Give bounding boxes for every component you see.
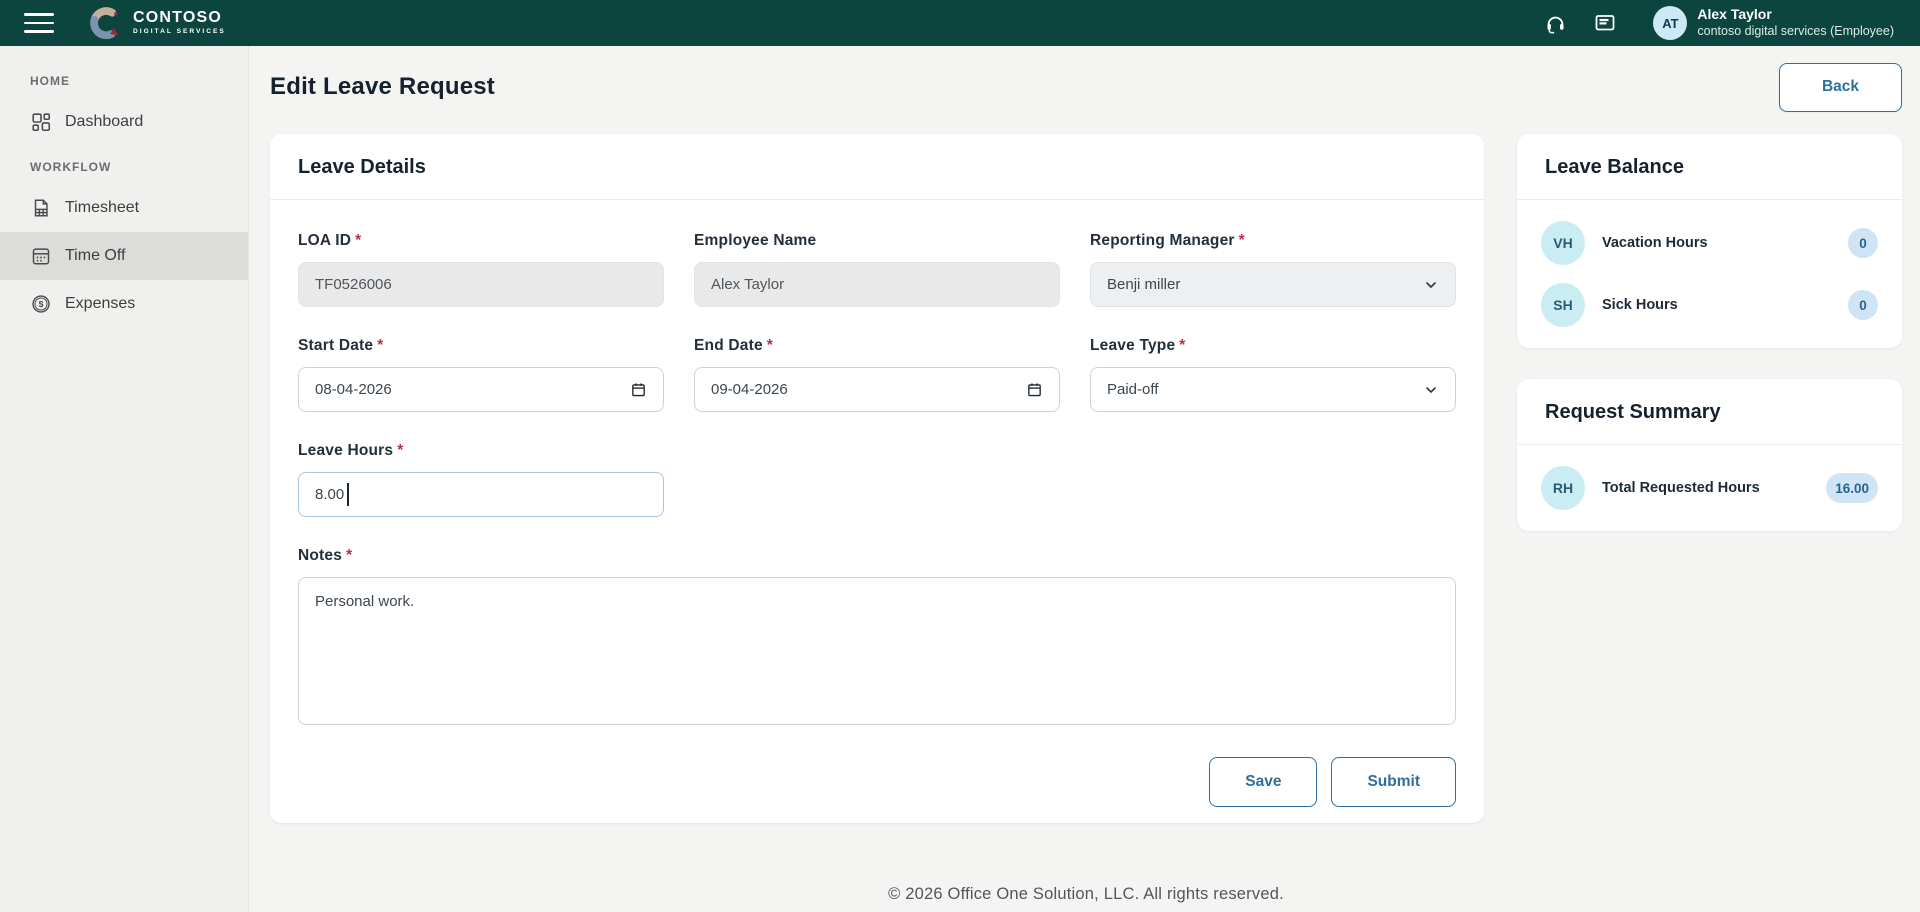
sidebar: HOME Dashboard WORKFLOW Timesheet Time O… (0, 46, 249, 912)
start-date-value: 08-04-2026 (315, 381, 392, 398)
notes-label: Notes * (298, 547, 353, 564)
leave-details-card: Leave Details LOA ID* Employee Name Repo… (270, 134, 1484, 823)
calendar-icon (1026, 381, 1043, 398)
leave-balance-card: Leave Balance VH Vacation Hours 0 SH Sic… (1517, 134, 1902, 348)
leave-balance-row-sick: SH Sick Hours 0 (1541, 274, 1878, 336)
page-title: Edit Leave Request (270, 73, 496, 100)
sick-hours-value: 0 (1848, 290, 1878, 320)
request-summary-title: Request Summary (1517, 379, 1902, 445)
sidebar-item-timesheet[interactable]: Timesheet (0, 184, 248, 232)
chevron-down-icon (1423, 382, 1439, 398)
user-name: Alex Taylor (1697, 6, 1772, 23)
leave-balance-title: Leave Balance (1517, 134, 1902, 200)
expenses-icon: $ (30, 293, 52, 315)
end-date-label: End Date * (694, 337, 774, 354)
sidebar-item-expenses[interactable]: $ Expenses (0, 280, 248, 328)
chevron-down-icon (1423, 277, 1439, 293)
required-marker: * (1179, 337, 1186, 354)
requested-hours-label: Total Requested Hours (1602, 480, 1760, 496)
sidebar-item-dashboard[interactable]: Dashboard (0, 98, 248, 146)
time-off-icon (30, 245, 52, 267)
employee-name-label: Employee Name (694, 232, 817, 249)
support-headset-icon[interactable] (1544, 12, 1567, 35)
sidebar-section-home: HOME (30, 74, 70, 88)
loa-id-label: LOA ID * (298, 232, 362, 249)
user-avatar: AT (1653, 6, 1688, 40)
reporting-manager-select[interactable]: Benji miller (1090, 262, 1456, 307)
request-summary-row: RH Total Requested Hours 16.00 (1541, 457, 1878, 519)
submit-button[interactable]: Submit (1331, 757, 1456, 807)
leave-type-label: Leave Type * (1090, 337, 1186, 354)
sidebar-item-label: Time Off (65, 247, 126, 264)
sick-hours-label: Sick Hours (1602, 297, 1678, 313)
required-marker: * (1238, 232, 1245, 249)
sidebar-item-label: Dashboard (65, 113, 144, 130)
leave-details-title: Leave Details (270, 134, 1484, 200)
start-date-label: Start Date * (298, 337, 384, 354)
sick-hours-chip: SH (1541, 283, 1585, 327)
dashboard-icon (30, 111, 52, 133)
hamburger-menu-icon[interactable] (24, 13, 54, 33)
loa-id-field (298, 262, 664, 307)
vacation-hours-label: Vacation Hours (1602, 235, 1708, 251)
timesheet-icon (30, 197, 52, 219)
main-content: Edit Leave Request Back Leave Details LO… (249, 46, 1920, 912)
leave-type-select[interactable]: Paid-off (1090, 367, 1456, 412)
top-bar: CONTOSO DIGITAL SERVICES AT Alex Taylor (0, 0, 1920, 46)
user-menu[interactable]: AT Alex Taylor contoso digital services … (1653, 6, 1894, 40)
sidebar-item-label: Expenses (65, 295, 136, 312)
sidebar-item-time-off[interactable]: Time Off (0, 232, 248, 280)
sidebar-item-label: Timesheet (65, 199, 140, 216)
notes-field[interactable]: Personal work. (298, 577, 1456, 725)
end-date-field[interactable]: 09-04-2026 (694, 367, 1060, 412)
user-org-role: contoso digital services (Employee) (1697, 23, 1894, 38)
save-button[interactable]: Save (1209, 757, 1318, 807)
leave-balance-row-vacation: VH Vacation Hours 0 (1541, 212, 1878, 274)
requested-hours-chip: RH (1541, 466, 1585, 510)
required-marker: * (355, 232, 362, 249)
calendar-icon (630, 381, 647, 398)
reporting-manager-value: Benji miller (1107, 276, 1181, 293)
svg-text:$: $ (39, 299, 44, 309)
start-date-field[interactable]: 08-04-2026 (298, 367, 664, 412)
vacation-hours-chip: VH (1541, 221, 1585, 265)
leave-type-value: Paid-off (1107, 381, 1159, 398)
required-marker: * (346, 547, 353, 564)
leave-hours-label: Leave Hours * (298, 442, 404, 459)
required-marker: * (397, 442, 404, 459)
sidebar-section-workflow: WORKFLOW (30, 160, 112, 174)
copyright-text: © 2026 Office One Solution, LLC. All rig… (888, 885, 1284, 903)
brand-logo[interactable]: CONTOSO DIGITAL SERVICES (88, 5, 226, 41)
text-cursor (347, 483, 349, 506)
requested-hours-value: 16.00 (1826, 473, 1878, 503)
vacation-hours-value: 0 (1848, 228, 1878, 258)
announcements-icon[interactable] (1593, 11, 1617, 35)
back-button[interactable]: Back (1779, 62, 1902, 112)
contoso-logo-icon (88, 5, 124, 41)
leave-hours-field[interactable] (298, 472, 664, 517)
employee-name-field (694, 262, 1060, 307)
request-summary-card: Request Summary RH Total Requested Hours… (1517, 379, 1902, 531)
required-marker: * (766, 337, 774, 354)
required-marker: * (377, 337, 384, 354)
end-date-value: 09-04-2026 (711, 381, 788, 398)
reporting-manager-label: Reporting Manager * (1090, 232, 1245, 249)
brand-tagline: DIGITAL SERVICES (133, 28, 226, 36)
brand-name: CONTOSO (133, 9, 223, 27)
